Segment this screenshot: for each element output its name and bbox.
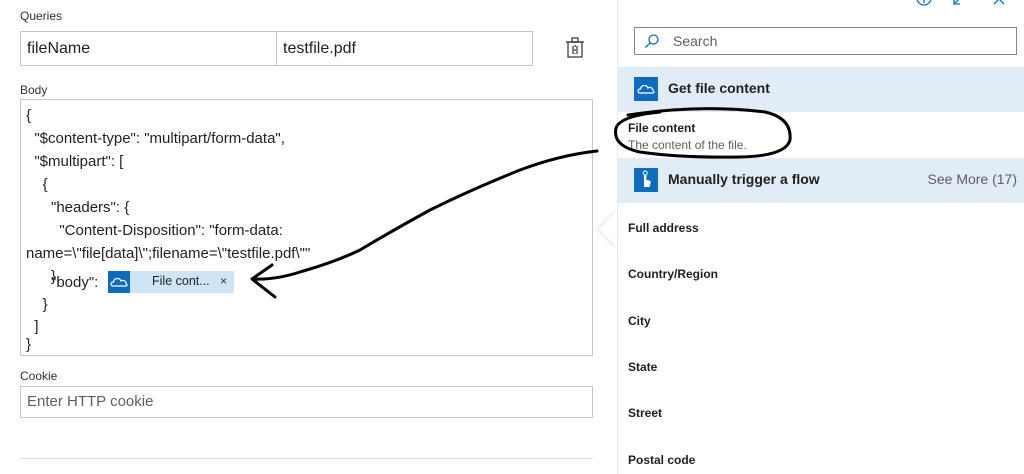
manual-trigger-icon [634, 168, 658, 192]
item-title: Country/Region [628, 267, 718, 281]
onedrive-icon [108, 271, 130, 293]
code-line: { [26, 107, 32, 124]
see-more-link[interactable]: See More (17) [928, 171, 1017, 187]
queries-label: Queries [20, 9, 63, 23]
divider [20, 458, 593, 459]
list-item-file-content[interactable]: File content The content of the file. [618, 112, 1024, 158]
code-line: { [26, 176, 48, 193]
code-line: ] [26, 318, 39, 335]
token-label: File cont... [152, 274, 210, 288]
delete-icon[interactable] [565, 37, 585, 59]
item-title: State [628, 360, 658, 374]
list-item-city[interactable]: City [618, 296, 1024, 342]
section-title: Manually trigger a flow [668, 171, 820, 187]
search-placeholder: Search [673, 33, 718, 49]
section-header-manual-trigger: Manually trigger a flow See More (17) [618, 158, 1024, 203]
list-item-full-address[interactable]: Full address [618, 204, 1024, 250]
item-title: Full address [628, 221, 699, 235]
code-line: "body": [26, 274, 103, 291]
cookie-label: Cookie [20, 369, 58, 383]
item-title: Postal code [628, 453, 696, 467]
item-title: File content [628, 121, 696, 135]
code-line: } [26, 296, 48, 313]
list-item-postal-code[interactable]: Postal code [618, 434, 1024, 474]
search-icon [644, 33, 660, 49]
body-label: Body [20, 83, 48, 97]
list-item-street[interactable]: Street [618, 388, 1024, 434]
expand-icon[interactable] [953, 0, 964, 5]
query-value-input[interactable]: testfile.pdf [276, 31, 533, 66]
query-key-input[interactable]: fileName [20, 31, 277, 66]
list-item-state[interactable]: State [618, 342, 1024, 388]
code-line: name=\"file[data]\";filename=\"testfile.… [26, 245, 311, 262]
search-input[interactable]: Search [634, 27, 1017, 55]
code-line: } [26, 336, 32, 353]
onedrive-icon [634, 77, 658, 101]
code-line: "$content-type": "multipart/form-data", [26, 130, 285, 147]
info-icon[interactable] [916, 0, 932, 6]
code-line: "headers": { [26, 199, 130, 216]
list-item-country-region[interactable]: Country/Region [618, 250, 1024, 296]
item-description: The content of the file. [628, 138, 747, 152]
code-line: "Content-Disposition": "form-data: [26, 222, 283, 239]
token-remove-button[interactable]: × [220, 274, 227, 288]
item-title: Street [628, 406, 663, 420]
section-title: Get file content [668, 80, 770, 96]
close-icon[interactable] [993, 0, 1005, 5]
section-header-get-file-content: Get file content [618, 67, 1024, 112]
code-line: "$multipart": [ [26, 153, 124, 170]
item-title: City [628, 314, 651, 328]
cookie-input[interactable]: Enter HTTP cookie [20, 386, 593, 418]
file-content-token[interactable]: File cont... × [108, 271, 234, 293]
dynamic-content-panel: Search Get file content File content The… [617, 0, 1024, 474]
